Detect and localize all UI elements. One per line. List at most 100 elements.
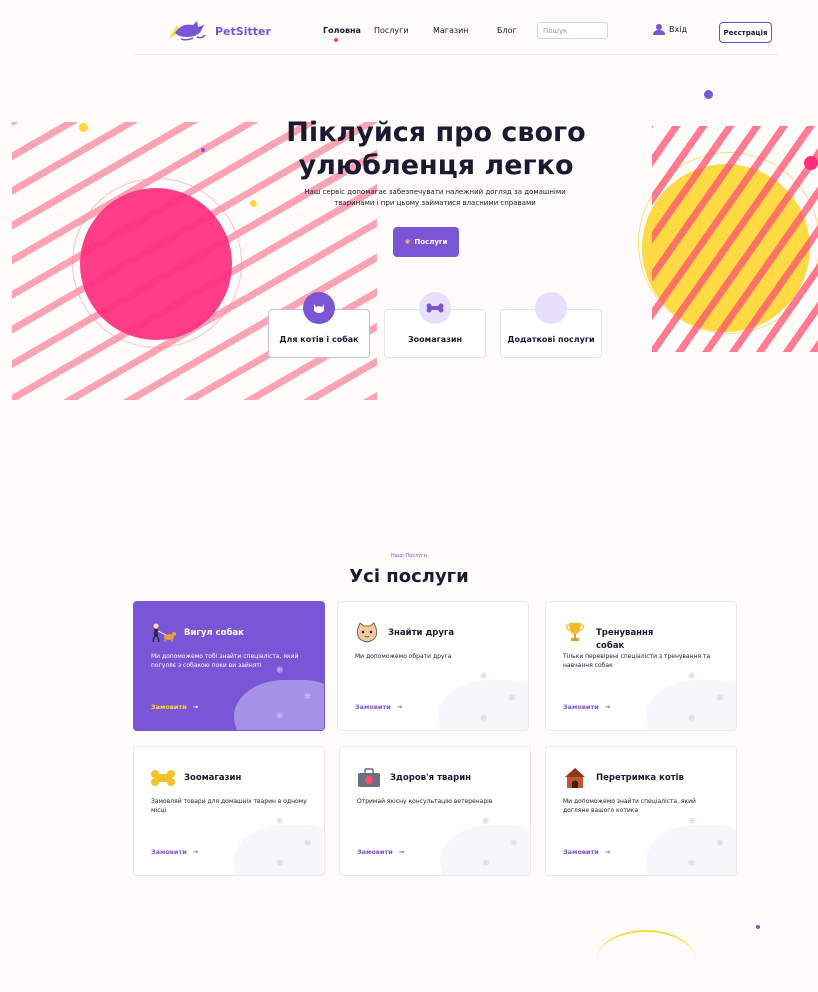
decor-dot-purple-small — [201, 148, 205, 152]
decor-dot-purple-bottom — [756, 925, 760, 929]
category-shop[interactable]: Зоомагазин — [384, 292, 486, 358]
decor-arc-yellow — [596, 930, 696, 992]
nav-blog[interactable]: Блог — [497, 26, 517, 35]
paw-print-icon: ❋ — [276, 859, 284, 869]
card-description: Замовляй товари для домашніх тварин в од… — [151, 798, 307, 814]
decor-stripes-right — [652, 126, 818, 352]
order-link[interactable]: Замовити → — [563, 848, 610, 856]
dog-walking-icon — [150, 622, 176, 644]
paw-print-icon: ❋ — [688, 859, 696, 869]
card-description: Ми допоможемо обрати друга — [355, 653, 452, 660]
decor-dot-yellow-small — [250, 200, 257, 207]
hero-title-line2: улюбленця легко — [298, 150, 574, 181]
paw-print-icon: ❋ — [480, 672, 488, 682]
card-title: Перетримка котів — [596, 773, 684, 783]
login-label: Вхід — [669, 25, 687, 34]
nav-shop[interactable]: Магазин — [433, 26, 469, 35]
category-label: Додаткові послуги — [507, 335, 595, 344]
paw-print-icon: ❋ — [688, 714, 696, 724]
logo[interactable]: PetSitter — [167, 19, 271, 43]
order-label: Замовити — [563, 848, 599, 856]
hero-subtitle: Наш сервіс допомагає забезпечувати належ… — [300, 187, 570, 209]
order-label: Замовити — [357, 848, 393, 856]
arrow-right-icon: → — [604, 703, 611, 711]
paw-print-icon: ❋ — [276, 666, 284, 676]
order-label: Замовити — [151, 848, 187, 856]
decor-dot-yellow — [79, 123, 88, 132]
nav-services[interactable]: Послуги — [374, 26, 409, 35]
paw-print-icon: ❋ — [508, 694, 516, 704]
category-extra-services[interactable]: Додаткові послуги — [500, 292, 602, 358]
nav-home[interactable]: Головна — [323, 26, 361, 35]
arrow-right-icon: → — [396, 703, 403, 711]
user-icon — [653, 24, 665, 35]
card-title: Знайти друга — [388, 628, 455, 638]
category-label: Зоомагазин — [408, 335, 462, 344]
card-description: Ми допоможемо тобі знайти спеціаліста, я… — [151, 653, 299, 669]
card-title: Здоров'я тварин — [390, 773, 472, 783]
paw-print-icon: ❋ — [716, 694, 724, 704]
card-description: Ми допоможемо знайти спеціаліста, який д… — [563, 798, 696, 814]
arrow-right-icon: → — [192, 703, 199, 711]
login-link[interactable]: Вхід — [653, 24, 687, 35]
nav-active-indicator — [334, 38, 338, 42]
paw-print-icon: ❋ — [276, 712, 284, 722]
services-cta-label: Послуги — [414, 238, 448, 246]
order-link[interactable]: Замовити → — [563, 703, 610, 711]
paw-print-icon: ❋ — [480, 714, 488, 724]
order-link[interactable]: Замовити → — [357, 848, 404, 856]
extra-services-icon — [535, 292, 567, 324]
hero-title: Піклуйся про свого улюбленця легко — [256, 116, 616, 182]
arrow-right-icon: → — [192, 848, 199, 856]
card-title: Зоомагазин — [184, 773, 242, 783]
card-description: Тільки перевірені спеціалісти з тренуван… — [563, 653, 711, 669]
hero-subtitle-line1: Наш сервіс допомагає забезпечувати належ… — [304, 188, 566, 196]
hero-title-line1: Піклуйся про свого — [286, 117, 586, 148]
order-label: Замовити — [355, 703, 391, 711]
service-card-dog-training[interactable]: Тренування собак Тільки перевірені спеці… — [545, 601, 737, 731]
paw-print-icon: ❋ — [304, 839, 312, 849]
section-label: Наші Послуги — [391, 553, 427, 559]
card-description: Отримай якісну консультацію ветеренарів — [357, 798, 493, 805]
bone-icon — [419, 292, 451, 324]
service-card-dog-walking[interactable]: Вигул собак Ми допоможемо тобі знайти сп… — [133, 601, 325, 731]
paw-print-icon: ❋ — [510, 839, 518, 849]
logo-text: PetSitter — [215, 24, 271, 38]
hero-subtitle-line2: тваринами і при цьому займатися власними… — [334, 199, 536, 207]
site-header: PetSitter Головна Послуги Магазин Блог В… — [133, 14, 778, 55]
service-card-pet-shop[interactable]: Зоомагазин Замовляй товари для домашніх … — [133, 746, 325, 876]
paw-print-icon: ❋ — [304, 692, 312, 702]
service-card-cat-sitting[interactable]: Перетримка котів Ми допоможемо знайти сп… — [545, 746, 737, 876]
section-title: Усі послуги — [349, 566, 469, 587]
logo-cat-icon — [169, 21, 206, 41]
service-card-find-friend[interactable]: Знайти друга Ми допоможемо обрати друга … — [337, 601, 529, 731]
bone-icon — [150, 767, 176, 789]
trophy-icon — [562, 622, 588, 644]
services-cta-button[interactable]: ❀ Послуги — [393, 227, 459, 257]
cat-face-icon — [354, 622, 380, 644]
service-card-pet-health[interactable]: Здоров'я тварин Отримай якісну консульта… — [339, 746, 531, 876]
category-cats-dogs[interactable]: Для котів і собак — [268, 292, 370, 358]
card-title: Вигул собак — [184, 628, 244, 638]
decor-dot-purple — [704, 90, 713, 99]
order-link[interactable]: Замовити → — [151, 848, 198, 856]
paw-print-icon: ❋ — [716, 839, 724, 849]
order-link[interactable]: Замовити → — [151, 703, 198, 711]
card-decor-blob — [234, 680, 324, 730]
paw-print-icon: ❋ — [482, 817, 490, 827]
paw-print-icon: ❋ — [688, 817, 696, 827]
arrow-right-icon: → — [604, 848, 611, 856]
order-link[interactable]: Замовити → — [355, 703, 402, 711]
order-label: Замовити — [151, 703, 187, 711]
register-button[interactable]: Реєстрація — [719, 22, 772, 43]
decor-dot-pink — [804, 156, 818, 170]
pet-house-icon — [562, 767, 588, 789]
decor-circle-pink — [80, 188, 232, 340]
paw-print-icon: ❋ — [688, 672, 696, 682]
paw-print-icon: ❋ — [276, 817, 284, 827]
paw-print-icon: ❋ — [482, 859, 490, 869]
search-input[interactable] — [537, 22, 608, 39]
paw-icon: ❀ — [404, 238, 411, 246]
order-label: Замовити — [563, 703, 599, 711]
cat-dog-icon — [303, 292, 335, 324]
